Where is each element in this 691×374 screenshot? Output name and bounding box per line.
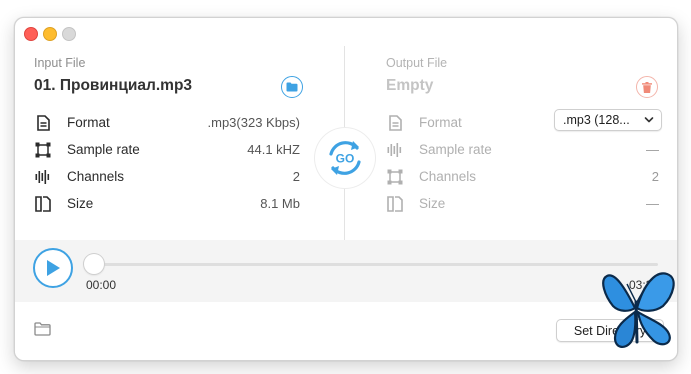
chevron-down-icon (644, 117, 654, 123)
play-button[interactable] (33, 248, 73, 288)
input-file-name: 01. Провинциал.mp3 (34, 77, 193, 94)
row-label: Format (67, 115, 110, 130)
document-icon (386, 114, 404, 132)
row-label: Sample rate (419, 142, 492, 157)
row-label: Size (67, 196, 94, 211)
sample-rate-icon (34, 141, 52, 159)
row-value: 2 (292, 169, 300, 184)
current-time: 00:00 (86, 278, 117, 292)
waveform-icon (386, 141, 404, 159)
footer-bar: Set Directory (15, 302, 677, 360)
row-label: Channels (67, 169, 125, 184)
output-size-row: Size — (345, 191, 677, 218)
go-convert-button[interactable]: GO (315, 128, 375, 188)
output-file-name: Empty (386, 77, 434, 94)
output-format-select[interactable]: .mp3 (128... (554, 109, 662, 131)
row-value: .mp3(323 Kbps) (207, 115, 301, 130)
trash-icon (642, 81, 652, 93)
input-panel: Input File 01. Провинциал.mp3 Format .mp… (15, 18, 345, 240)
output-section-label: Output File (386, 56, 448, 70)
play-icon (47, 260, 60, 276)
output-format-row: Format .mp3 (128... (345, 109, 677, 137)
butterfly-icon (602, 272, 675, 348)
row-value: 8.1 Mb (260, 196, 300, 211)
format-select-value: .mp3 (128... (563, 113, 630, 127)
file-size-icon (34, 195, 52, 213)
row-value: — (646, 142, 659, 157)
input-format-row: Format .mp3(323 Kbps) (15, 110, 345, 137)
player-bar: 00:00 03:30 (15, 240, 677, 302)
input-sample-rate-row: Sample rate 44.1 kHZ (15, 137, 345, 164)
convert-arrows-icon: GO (329, 141, 361, 175)
sample-rate-icon (386, 168, 404, 186)
file-size-icon (386, 195, 404, 213)
progress-knob[interactable] (84, 254, 104, 274)
row-label: Format (419, 115, 462, 130)
output-panel: Output File Empty Format .mp3 (128... Sa… (345, 18, 677, 240)
input-size-row: Size 8.1 Mb (15, 191, 345, 218)
folder-outline-icon (34, 322, 51, 336)
output-channels-row: Channels 2 (345, 164, 677, 191)
input-section-label: Input File (34, 56, 86, 70)
document-icon (34, 114, 52, 132)
folder-icon (286, 82, 298, 92)
go-label: GO (336, 152, 355, 166)
row-value: — (646, 196, 659, 211)
clear-output-button[interactable] (636, 76, 658, 98)
row-label: Channels (419, 169, 477, 184)
open-input-folder-button[interactable] (281, 76, 303, 98)
waveform-icon (34, 168, 52, 186)
row-label: Size (419, 196, 446, 211)
output-sample-rate-row: Sample rate — (345, 137, 677, 164)
row-value: 2 (651, 169, 659, 184)
input-channels-row: Channels 2 (15, 164, 345, 191)
row-label: Sample rate (67, 142, 140, 157)
open-output-folder-button[interactable] (34, 322, 51, 341)
progress-track[interactable] (87, 263, 658, 266)
row-value: 44.1 kHZ (247, 142, 300, 157)
converter-window: Input File 01. Провинциал.mp3 Format .mp… (14, 17, 678, 361)
